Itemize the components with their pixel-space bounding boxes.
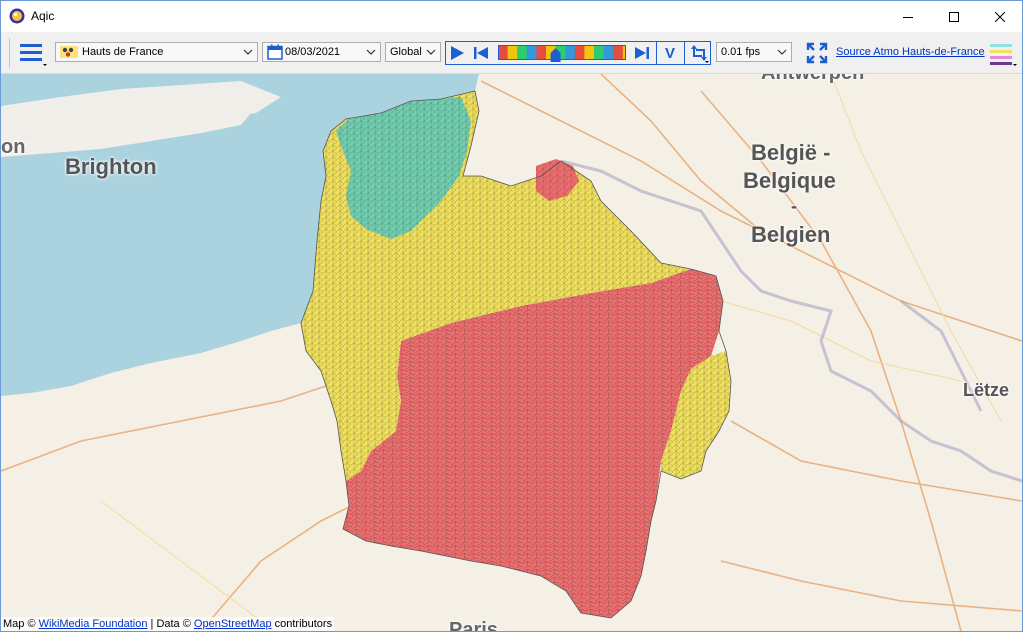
timeline-stripe xyxy=(603,46,608,59)
map-view[interactable]: Brighton on België - Belgique - Belgien … xyxy=(1,74,1022,631)
chevron-down-icon xyxy=(366,49,376,55)
timeline-stripe xyxy=(526,46,531,59)
fps-select[interactable]: 0.01 fps xyxy=(716,42,792,62)
timeline-stripe xyxy=(571,46,576,59)
legend-lines-icon xyxy=(990,44,1017,66)
timeline-stripe xyxy=(504,46,508,59)
fps-value: 0.01 fps xyxy=(721,46,761,58)
attribution-prefix: Map © xyxy=(3,618,39,630)
legend-button[interactable] xyxy=(987,40,1019,68)
timeline-stripe xyxy=(507,46,512,59)
timeline-stripe xyxy=(594,46,598,59)
playback-controls: V xyxy=(445,41,711,65)
timeline-stripe xyxy=(510,46,515,59)
attribution-middle: | Data © xyxy=(147,618,194,630)
timeline-stripe xyxy=(530,46,534,59)
timeline-stripe xyxy=(517,46,521,59)
chevron-down-icon xyxy=(426,49,436,55)
timeline-stripe xyxy=(523,46,528,59)
maximize-icon xyxy=(949,11,959,22)
timeline-stripe xyxy=(562,46,566,59)
loop-icon xyxy=(691,45,709,63)
map-label-belgie-2: Belgique xyxy=(743,168,836,193)
title-bar: Aqic xyxy=(1,1,1022,32)
menu-button[interactable] xyxy=(15,38,49,68)
skip-end-icon xyxy=(635,47,649,59)
attribution-suffix: contributors xyxy=(271,618,333,630)
minimize-button[interactable] xyxy=(885,1,931,32)
map-label-on: on xyxy=(1,136,26,158)
timeline-bar xyxy=(498,45,627,62)
timeline-stripe xyxy=(536,46,540,59)
timeline-stripe xyxy=(546,46,550,59)
timeline-stripe xyxy=(568,46,572,59)
fullscreen-icon xyxy=(806,42,828,64)
timeline-stripe xyxy=(600,46,604,59)
close-button[interactable] xyxy=(977,1,1022,32)
calendar-icon xyxy=(267,44,283,60)
timeline-stripe xyxy=(574,46,579,59)
timeline-stripe xyxy=(501,46,505,59)
maximize-button[interactable] xyxy=(931,1,977,32)
region-flag-icon xyxy=(60,46,78,58)
play-icon xyxy=(451,46,464,60)
window-title: Aqic xyxy=(31,9,55,23)
date-value: 08/03/2021 xyxy=(285,46,341,58)
timeline-stripe xyxy=(587,46,592,59)
timeline-stripe xyxy=(597,46,601,59)
timeline-stripe xyxy=(539,46,544,59)
source-link[interactable]: Source Atmo Hauts-de-France xyxy=(836,46,985,58)
openstreetmap-link[interactable]: OpenStreetMap xyxy=(194,618,272,630)
map-label-belgie-1: België - xyxy=(751,140,831,165)
app-icon xyxy=(9,8,25,24)
timeline-stripe xyxy=(610,46,614,59)
timeline-stripe xyxy=(520,46,524,59)
map-label-belgie-4: Belgien xyxy=(751,222,831,247)
map-label-antwerpen: Antwerpen xyxy=(761,74,864,85)
app-window: Aqic Hauts de France 08/03/2021 Global V… xyxy=(0,0,1023,632)
timeline-stripe xyxy=(619,46,624,59)
scope-value: Global xyxy=(390,46,422,58)
map-label-paris: Paris xyxy=(449,619,498,631)
loop-button[interactable] xyxy=(688,43,710,63)
timeline-stripe xyxy=(584,46,588,59)
timeline-stripe xyxy=(514,46,518,59)
map-label-belgie-3: - xyxy=(791,196,797,216)
play-button[interactable] xyxy=(447,43,467,63)
timeline-stripe xyxy=(565,46,569,59)
map-label-brighton: Brighton xyxy=(65,154,157,179)
map-attribution: Map © WikiMedia Foundation | Data © Open… xyxy=(1,617,335,631)
fullscreen-button[interactable] xyxy=(804,40,830,66)
date-select[interactable]: 08/03/2021 xyxy=(262,42,381,62)
scope-select[interactable]: Global xyxy=(385,42,441,62)
region-value: Hauts de France xyxy=(82,46,164,58)
timeline-stripe xyxy=(613,46,617,59)
chevron-down-icon xyxy=(777,49,787,55)
region-select[interactable]: Hauts de France xyxy=(55,42,258,62)
skip-start-icon xyxy=(474,47,488,59)
chevron-down-icon xyxy=(243,49,253,55)
v-button[interactable]: V xyxy=(660,43,680,63)
timeline-stripe xyxy=(542,46,547,59)
timeline-stripe xyxy=(590,46,595,59)
skip-end-button[interactable] xyxy=(632,43,652,63)
map-label-letzebuerg: Lëtze xyxy=(963,380,1010,400)
toolbar: Hauts de France 08/03/2021 Global V 0.01… xyxy=(1,32,1022,74)
minimize-icon xyxy=(903,16,913,18)
timeline-stripe xyxy=(616,46,620,59)
timeline-slider[interactable] xyxy=(498,45,627,62)
hamburger-menu-icon xyxy=(20,44,47,66)
timeline-stripe xyxy=(581,46,585,59)
skip-start-button[interactable] xyxy=(471,43,491,63)
timeline-stripe xyxy=(533,46,537,59)
timeline-stripe xyxy=(578,46,582,59)
timeline-stripe xyxy=(606,46,611,59)
wikimedia-link[interactable]: WikiMedia Foundation xyxy=(39,618,148,630)
close-icon xyxy=(995,11,1005,22)
